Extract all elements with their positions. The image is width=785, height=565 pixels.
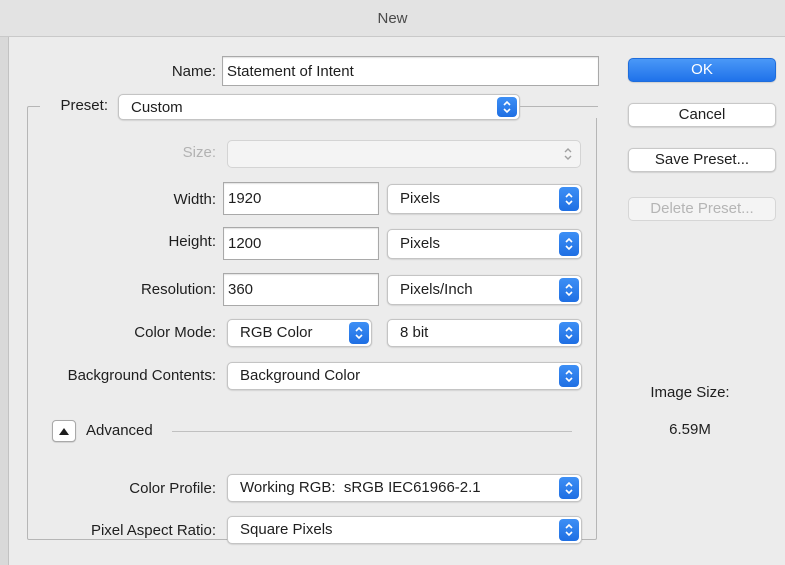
- color-profile-select[interactable]: Working RGB: sRGB IEC61966-2.1: [227, 474, 582, 502]
- updown-chevron-icon: [559, 187, 579, 211]
- resolution-input[interactable]: [223, 273, 379, 306]
- height-unit-select[interactable]: Pixels: [387, 229, 582, 259]
- preset-group-top-line: [520, 106, 598, 107]
- delete-preset-button: Delete Preset...: [628, 197, 776, 221]
- image-size-label: Image Size:: [650, 384, 730, 401]
- updown-chevron-icon: [559, 365, 579, 387]
- updown-chevron-icon: [559, 519, 579, 541]
- advanced-label: Advanced: [86, 422, 153, 439]
- preset-select-value: Custom: [131, 99, 183, 116]
- preset-select[interactable]: Custom: [118, 94, 520, 120]
- dialog-title-bar: New: [0, 0, 785, 37]
- triangle-up-icon: [59, 428, 69, 435]
- background-contents-select[interactable]: Background Color: [227, 362, 582, 390]
- updown-chevron-icon: [349, 322, 369, 344]
- updown-chevron-icon: [559, 278, 579, 302]
- bit-depth-value: 8 bit: [400, 324, 429, 341]
- color-mode-value: RGB Color: [240, 324, 313, 341]
- pixel-aspect-ratio-value: Square Pixels: [240, 521, 333, 538]
- resolution-unit-select[interactable]: Pixels/Inch: [387, 275, 582, 305]
- name-input[interactable]: [222, 56, 599, 86]
- color-profile-value: Working RGB: sRGB IEC61966-2.1: [240, 479, 481, 496]
- window-edge: [0, 37, 9, 565]
- updown-chevron-icon: [497, 97, 517, 117]
- height-unit-value: Pixels: [400, 235, 441, 252]
- updown-chevron-icon: [559, 232, 579, 256]
- updown-chevron-icon: [559, 477, 579, 499]
- preset-label: Preset:: [60, 97, 108, 114]
- pixel-aspect-ratio-select[interactable]: Square Pixels: [227, 516, 582, 544]
- background-contents-label: Background Contents:: [67, 367, 216, 384]
- size-select: [227, 140, 581, 168]
- width-unit-value: Pixels: [400, 190, 441, 207]
- height-input[interactable]: [223, 227, 379, 260]
- color-mode-label: Color Mode:: [134, 324, 216, 341]
- width-label: Width:: [173, 191, 216, 208]
- width-input[interactable]: [223, 182, 379, 215]
- advanced-toggle-button[interactable]: [52, 420, 76, 442]
- background-contents-value: Background Color: [240, 367, 361, 384]
- height-label: Height:: [168, 233, 216, 250]
- cancel-button[interactable]: Cancel: [628, 103, 776, 127]
- updown-chevron-icon: [559, 322, 579, 344]
- bit-depth-select[interactable]: 8 bit: [387, 319, 582, 347]
- save-preset-button[interactable]: Save Preset...: [628, 148, 776, 172]
- advanced-divider: [172, 431, 572, 432]
- image-size-value: 6.59M: [669, 421, 711, 438]
- size-label: Size:: [182, 144, 216, 161]
- pixel-aspect-ratio-label: Pixel Aspect Ratio:: [90, 522, 216, 539]
- dialog-title: New: [377, 10, 408, 27]
- color-profile-label: Color Profile:: [129, 480, 216, 497]
- width-unit-select[interactable]: Pixels: [387, 184, 582, 214]
- name-label: Name:: [171, 63, 216, 80]
- resolution-unit-value: Pixels/Inch: [400, 281, 473, 298]
- updown-chevron-icon: [558, 143, 578, 165]
- color-mode-select[interactable]: RGB Color: [227, 319, 372, 347]
- resolution-label: Resolution:: [140, 281, 216, 298]
- ok-button[interactable]: OK: [628, 58, 776, 82]
